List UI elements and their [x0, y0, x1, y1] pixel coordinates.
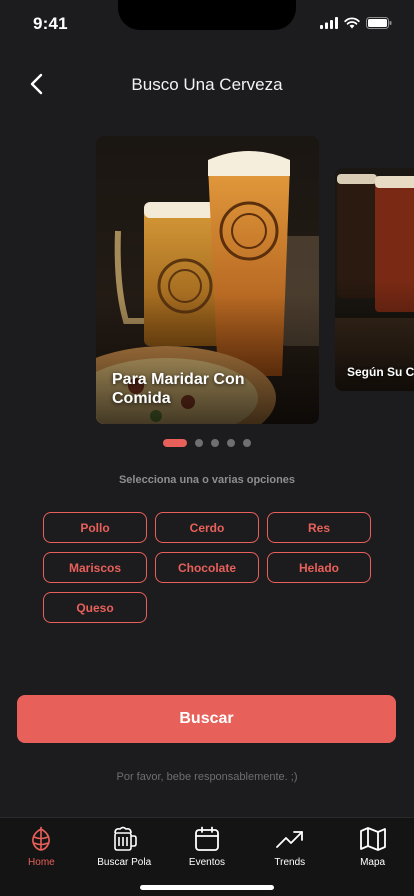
tab-label: Home [28, 857, 55, 868]
carousel-pagination[interactable] [163, 439, 251, 447]
tab-label: Trends [274, 857, 306, 868]
beer-flight-photo-image [335, 168, 414, 391]
map-icon [359, 827, 386, 851]
pagination-dot[interactable] [227, 439, 235, 447]
tab-eventos[interactable]: Eventos [167, 824, 247, 868]
tab-home[interactable]: Home [1, 824, 81, 868]
option-chip-chocolate[interactable]: Chocolate [155, 552, 259, 583]
option-chip-queso[interactable]: Queso [43, 592, 147, 623]
device-notch [118, 0, 296, 30]
status-bar: 9:41 [0, 0, 414, 48]
status-time: 9:41 [33, 14, 68, 33]
status-icons [320, 17, 392, 29]
tab-mapa[interactable]: Mapa [333, 824, 413, 868]
beer-mug-icon [114, 826, 137, 851]
option-chip-mariscos[interactable]: Mariscos [43, 552, 147, 583]
carousel-card-caption: Según Su C [347, 365, 414, 379]
signal-icon [320, 17, 338, 29]
carousel-card-by-taste[interactable]: Según Su C [335, 168, 414, 391]
trending-up-icon [275, 831, 303, 848]
wifi-icon [344, 17, 360, 29]
page-title: Busco Una Cerveza [131, 75, 283, 94]
home-indicator[interactable] [140, 885, 274, 890]
option-chip-helado[interactable]: Helado [267, 552, 371, 583]
tab-label: Mapa [360, 857, 386, 868]
tab-bar: Home Buscar Pola Eventos Trends Mapa [0, 817, 414, 896]
option-chip-cerdo[interactable]: Cerdo [155, 512, 259, 543]
pagination-dot[interactable] [211, 439, 219, 447]
battery-icon [366, 17, 392, 29]
tab-label: Buscar Pola [97, 857, 152, 868]
pagination-dot[interactable] [195, 439, 203, 447]
carousel-card-food-pairing[interactable]: Para Maridar Con Comida [96, 136, 319, 424]
responsibility-disclaimer: Por favor, bebe responsablemente. ;) [116, 771, 298, 783]
tab-trends[interactable]: Trends [250, 824, 330, 868]
calendar-icon [195, 826, 219, 851]
tab-buscar-pola[interactable]: Buscar Pola [84, 824, 164, 868]
pagination-dot[interactable] [243, 439, 251, 447]
search-button[interactable]: Buscar [17, 695, 396, 743]
selection-prompt: Selecciona una o varias opciones [118, 474, 296, 486]
hop-icon [32, 826, 51, 851]
pagination-dot-active[interactable] [163, 439, 187, 447]
header: Busco Una Cerveza [0, 62, 414, 106]
food-options: Pollo Cerdo Res Mariscos Chocolate Helad… [43, 512, 371, 623]
option-chip-pollo[interactable]: Pollo [43, 512, 147, 543]
option-chip-res[interactable]: Res [267, 512, 371, 543]
tab-label: Eventos [188, 857, 226, 868]
carousel-card-caption: Para Maridar Con Comida [112, 371, 245, 407]
carousel[interactable]: Para Maridar Con Comida Según Su C [0, 136, 414, 426]
